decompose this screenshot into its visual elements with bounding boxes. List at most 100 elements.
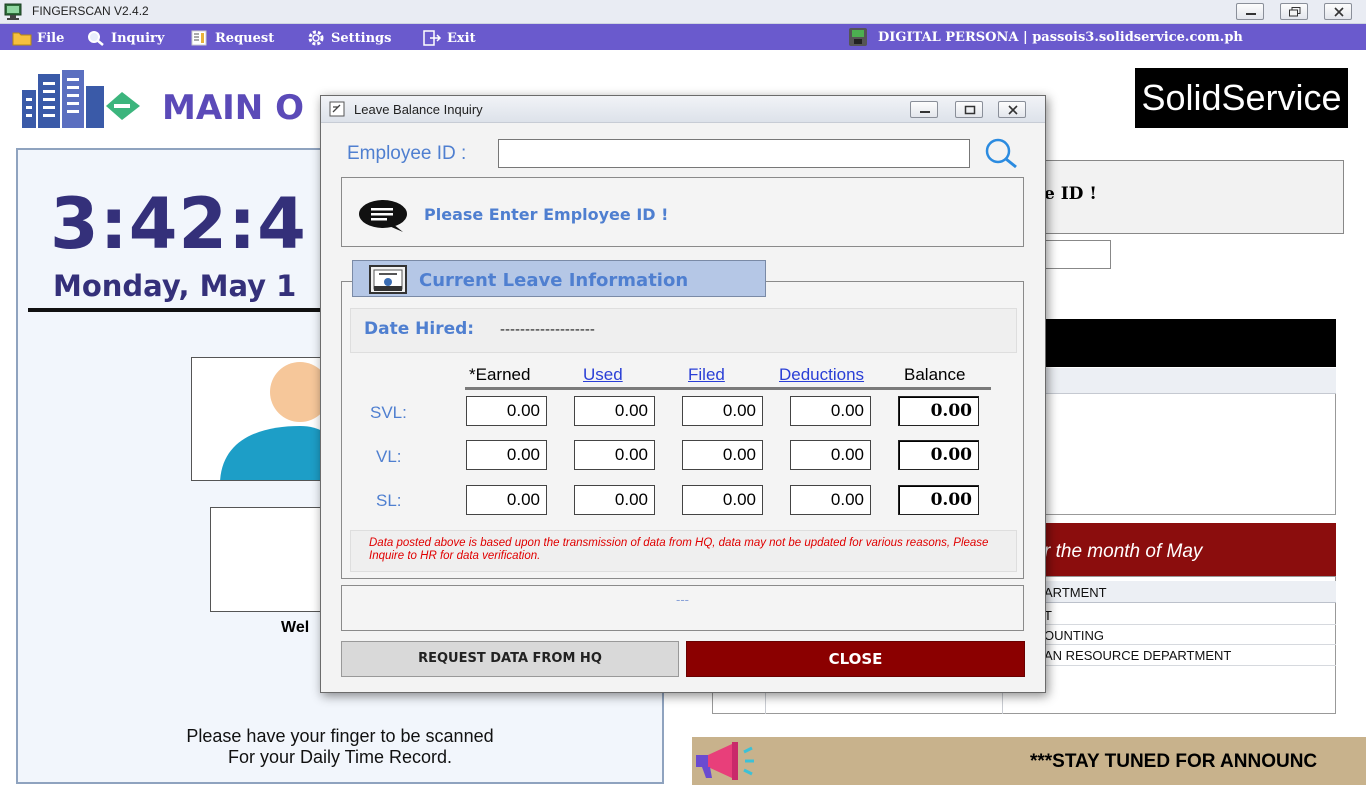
dialog-maximize-button[interactable]: [955, 101, 983, 118]
date-hired-value: -------------------: [500, 321, 595, 338]
scanner-device-icon: [849, 28, 867, 46]
vl-filed: 0.00: [682, 440, 763, 470]
message-text: Please Enter Employee ID !: [424, 205, 669, 224]
minimize-button[interactable]: [1236, 3, 1264, 20]
month-banner-text: r the month of May: [1044, 541, 1203, 562]
vl-balance: 0.00: [898, 440, 979, 470]
menu-settings-label: Settings: [331, 30, 392, 46]
request-data-button[interactable]: REQUEST DATA FROM HQ: [341, 641, 679, 677]
menu-inquiry[interactable]: Inquiry: [86, 28, 164, 48]
employee-id-input[interactable]: [498, 139, 970, 168]
leave-info-title: Current Leave Information: [419, 270, 689, 291]
finger-instructions-line2: For your Daily Time Record.: [227, 747, 453, 767]
window-title: FINGERSCAN V2.4.2: [32, 4, 149, 18]
certificate-icon: [369, 265, 407, 294]
magnifier-icon: [88, 31, 104, 46]
form-icon: [191, 30, 207, 46]
menu-request-label: Request: [215, 30, 275, 46]
fingerprint-scanner-icon: [4, 3, 22, 20]
svl-balance: 0.00: [898, 396, 979, 426]
date-divider: [28, 308, 328, 312]
svl-deductions: 0.00: [790, 396, 871, 426]
minimize-icon: [1246, 13, 1256, 15]
gear-icon: [308, 30, 324, 46]
sl-used: 0.00: [574, 485, 655, 515]
dialog-close-x-button[interactable]: [998, 101, 1026, 118]
grid-column-divider: [1002, 690, 1003, 714]
column-deductions-link[interactable]: Deductions: [779, 365, 864, 385]
menu-settings[interactable]: Settings: [306, 28, 391, 48]
right-prompt-text: e ID !: [1044, 184, 1097, 204]
brand-logo: SolidService: [1135, 68, 1348, 128]
column-filed-link[interactable]: Filed: [688, 365, 725, 385]
megaphone-icon: [696, 742, 754, 780]
menu-file-label: File: [37, 30, 65, 46]
grid-column-divider: [765, 690, 766, 714]
menu-exit-label: Exit: [447, 30, 476, 46]
employee-photo: [191, 357, 325, 481]
row-label-svl: SVL:: [370, 403, 407, 422]
status-text: ---: [676, 592, 689, 607]
avatar-icon: [220, 362, 324, 480]
restore-button[interactable]: [1280, 3, 1308, 20]
search-icon[interactable]: [976, 136, 1022, 170]
right-log-grid-header: [1030, 368, 1336, 394]
finger-instructions: Please have your finger to be scanned Fo…: [16, 726, 664, 768]
sl-deductions: 0.00: [790, 485, 871, 515]
clock-display: 3:42:4: [50, 183, 307, 265]
device-status: DIGITAL PERSONA | passois3.solidservice.…: [848, 27, 1243, 47]
menu-exit[interactable]: Exit: [422, 28, 476, 48]
finger-instructions-line1: Please have your finger to be scanned: [186, 726, 494, 746]
dialog-form-icon: [329, 101, 345, 117]
column-earned: *Earned: [469, 365, 531, 384]
vl-used: 0.00: [574, 440, 655, 470]
row-label-vl: VL:: [376, 447, 402, 466]
column-header-rule: [465, 387, 991, 390]
svl-filed: 0.00: [682, 396, 763, 426]
minimize-icon: [920, 111, 930, 113]
folder-icon: [12, 32, 32, 46]
date-hired-label: Date Hired:: [364, 319, 475, 339]
department-row-divider: [1030, 624, 1336, 625]
sl-earned: 0.00: [466, 485, 547, 515]
department-row-divider: [1030, 665, 1336, 666]
date-display: Monday, May 1: [53, 269, 297, 303]
announcement-text: ***STAY TUNED FOR ANNOUNC: [1030, 751, 1318, 772]
vl-deductions: 0.00: [790, 440, 871, 470]
chat-bubble-icon: [359, 200, 407, 232]
menu-request[interactable]: Request: [190, 28, 274, 48]
welcome-text: Wel: [281, 619, 310, 636]
menu-inquiry-label: Inquiry: [111, 30, 165, 46]
department-row[interactable]: OUNTING: [1044, 628, 1104, 643]
close-icon: [1008, 105, 1018, 115]
disclaimer-text: Data posted above is based upon the tran…: [369, 537, 989, 562]
column-used-link[interactable]: Used: [583, 365, 623, 385]
building-chat-logo-icon: [22, 70, 140, 128]
menu-bar: File Inquiry Request Settings Exit DIGIT…: [0, 24, 1366, 50]
department-column-header: ARTMENT: [1044, 585, 1107, 600]
employee-name-box: [210, 507, 324, 612]
device-status-text: DIGITAL PERSONA | passois3.solidservice.…: [878, 29, 1243, 45]
window-close-button[interactable]: [1324, 3, 1352, 20]
close-icon: [1334, 7, 1344, 17]
svl-used: 0.00: [574, 396, 655, 426]
window-title-bar: FINGERSCAN V2.4.2: [0, 0, 1366, 24]
maximize-icon: [964, 105, 976, 115]
right-black-header: [1030, 319, 1336, 367]
sl-balance: 0.00: [898, 485, 979, 515]
column-balance: Balance: [904, 365, 966, 384]
department-row-divider: [1030, 644, 1336, 645]
page-title: MAIN O: [162, 88, 304, 128]
department-row[interactable]: AN RESOURCE DEPARTMENT: [1044, 648, 1231, 663]
sl-filed: 0.00: [682, 485, 763, 515]
employee-id-label: Employee ID :: [347, 143, 467, 164]
exit-icon: [423, 30, 442, 46]
row-label-sl: SL:: [376, 491, 402, 510]
vl-earned: 0.00: [466, 440, 547, 470]
dialog-minimize-button[interactable]: [910, 101, 938, 118]
restore-icon: [1289, 7, 1301, 17]
close-button[interactable]: CLOSE: [686, 641, 1025, 677]
menu-file[interactable]: File: [12, 28, 64, 48]
svl-earned: 0.00: [466, 396, 547, 426]
dialog-title: Leave Balance Inquiry: [354, 102, 483, 117]
